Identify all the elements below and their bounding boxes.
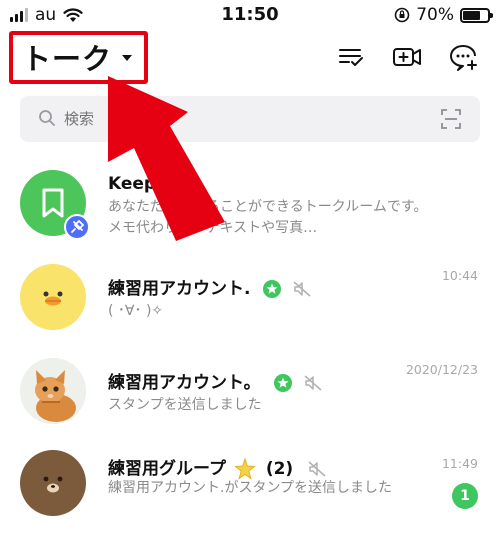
chat-preview: ( ･∀･ )✧: [108, 303, 164, 319]
chat-preview: スタンプを送信しました: [108, 397, 262, 413]
chat-name-row: 練習用アカウント。: [108, 368, 323, 393]
mute-icon: [304, 375, 322, 391]
unread-badge: 1: [452, 483, 478, 509]
chat-item-practice-group[interactable]: 練習用グループ (2) 練習用アカウント.がスタンプを送信しました 11:49 …: [0, 450, 500, 536]
pin-icon: [64, 214, 90, 240]
kitten-photo: [20, 358, 86, 424]
duck-avatar: [20, 264, 86, 330]
chat-time: 11:49: [441, 456, 478, 471]
mute-icon: [308, 461, 326, 477]
status-right: 70%: [394, 5, 493, 25]
chat-name: Keep: [108, 174, 157, 194]
chat-name: 練習用アカウント.: [108, 279, 251, 299]
bear-face-icon: [43, 476, 63, 493]
highlight-box: [9, 31, 148, 84]
mute-icon: [293, 281, 311, 297]
battery-icon: [460, 7, 493, 23]
chat-preview: あなただけが見ることができるトークルームです。メモ代わりに、テキストや写真…: [108, 199, 428, 236]
new-chat-icon[interactable]: [448, 42, 478, 72]
member-count: (2): [265, 459, 294, 479]
duck-face-icon: [43, 291, 63, 306]
battery-level: [463, 10, 480, 20]
chat-time: 2020/12/23: [405, 362, 478, 377]
chat-item-practice-account-1[interactable]: 練習用アカウント. ( ･∀･ )✧ 10:44: [0, 264, 500, 360]
chat-preview: 練習用アカウント.がスタンプを送信しました: [108, 480, 393, 496]
header-actions: [336, 42, 478, 72]
brown-bear-avatar: [20, 450, 86, 516]
search-input[interactable]: [64, 96, 424, 142]
sparkle-star-icon: [234, 458, 256, 480]
chat-name-row: 練習用アカウント.: [108, 274, 312, 299]
status-bar: au 11:50 70%: [0, 0, 500, 28]
qr-scan-icon[interactable]: [440, 108, 462, 130]
chat-name-row: 練習用グループ (2): [108, 454, 327, 480]
edit-list-icon[interactable]: [336, 42, 366, 72]
kitten-image: [20, 358, 86, 424]
chat-time: 10:44: [441, 268, 478, 283]
chat-item-keep[interactable]: Keep あなただけが見ることができるトークルームです。メモ代わりに、テキストや…: [0, 170, 500, 266]
search-bar[interactable]: [20, 96, 480, 142]
video-call-add-icon[interactable]: [392, 42, 422, 72]
battery-percent: 70%: [416, 5, 454, 25]
search-icon: [39, 110, 55, 126]
chat-name: 練習用グループ: [108, 459, 226, 479]
official-badge-icon: [263, 280, 282, 298]
chat-name: 練習用アカウント。: [108, 373, 261, 393]
chat-item-practice-account-2[interactable]: 練習用アカウント。 スタンプを送信しました 2020/12/23: [0, 358, 500, 454]
official-badge-icon: [273, 374, 292, 392]
orientation-lock-icon: [394, 7, 410, 23]
